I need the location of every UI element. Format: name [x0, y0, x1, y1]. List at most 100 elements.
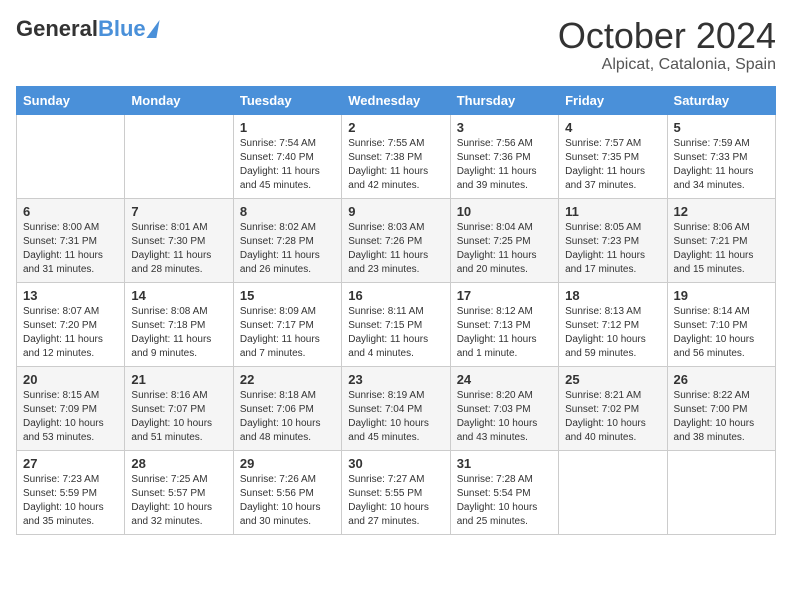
- cell-info: Sunrise: 7:55 AM Sunset: 7:38 PM Dayligh…: [348, 137, 443, 193]
- day-number: 20: [23, 372, 118, 387]
- day-number: 24: [457, 372, 552, 387]
- logo-triangle-icon: [146, 20, 159, 38]
- calendar-week-row: 1 Sunrise: 7:54 AM Sunset: 7:40 PM Daylig…: [17, 114, 776, 198]
- calendar-cell: [559, 450, 667, 534]
- day-number: 11: [565, 204, 660, 219]
- calendar-cell: 23Sunrise: 8:19 AM Sunset: 7:04 PM Dayli…: [342, 366, 450, 450]
- cell-info: Sunrise: 8:18 AM Sunset: 7:06 PM Dayligh…: [240, 389, 335, 445]
- day-number: 10: [457, 204, 552, 219]
- cell-info: Sunrise: 8:09 AM Sunset: 7:17 PM Dayligh…: [240, 305, 335, 361]
- calendar-cell: 26 Sunrise: 8:22 AM Sunset: 7:00 PM Dayli…: [667, 366, 775, 450]
- day-header-monday: Monday: [125, 86, 233, 114]
- day-number: 17: [457, 288, 552, 303]
- cell-info: Sunrise: 7:25 AM Sunset: 5:57 PM Dayligh…: [131, 473, 226, 529]
- cell-info: Sunrise: 8:11 AM Sunset: 7:15 PM Dayligh…: [348, 305, 443, 361]
- calendar-cell: 12 Sunrise: 8:06 AM Sunset: 7:21 PM Dayli…: [667, 198, 775, 282]
- cell-info: Sunrise: 8:07 AM Sunset: 7:20 PM Dayligh…: [23, 305, 118, 361]
- calendar-cell: [17, 114, 125, 198]
- calendar-cell: 2 Sunrise: 7:55 AM Sunset: 7:38 PM Daylig…: [342, 114, 450, 198]
- day-number: 26: [674, 372, 769, 387]
- cell-info: Sunrise: 8:00 AM Sunset: 7:31 PM Dayligh…: [23, 221, 118, 277]
- calendar-cell: 4 Sunrise: 7:57 AM Sunset: 7:35 PM Daylig…: [559, 114, 667, 198]
- day-number: 27: [23, 456, 118, 471]
- day-header-sunday: Sunday: [17, 86, 125, 114]
- day-header-saturday: Saturday: [667, 86, 775, 114]
- calendar-table: SundayMondayTuesdayWednesdayThursdayFrid…: [16, 86, 776, 535]
- day-number: 21: [131, 372, 226, 387]
- cell-info: Sunrise: 8:15 AM Sunset: 7:09 PM Dayligh…: [23, 389, 118, 445]
- cell-info: Sunrise: 8:16 AM Sunset: 7:07 PM Dayligh…: [131, 389, 226, 445]
- day-number: 1: [240, 120, 335, 135]
- calendar-cell: 17 Sunrise: 8:12 AM Sunset: 7:13 PM Dayli…: [450, 282, 558, 366]
- calendar-cell: 16Sunrise: 8:11 AM Sunset: 7:15 PM Dayli…: [342, 282, 450, 366]
- cell-info: Sunrise: 7:56 AM Sunset: 7:36 PM Dayligh…: [457, 137, 552, 193]
- calendar-cell: [125, 114, 233, 198]
- month-title: October 2024: [558, 16, 776, 56]
- day-number: 4: [565, 120, 660, 135]
- day-number: 6: [23, 204, 118, 219]
- day-number: 2: [348, 120, 443, 135]
- day-header-friday: Friday: [559, 86, 667, 114]
- day-number: 25: [565, 372, 660, 387]
- day-number: 29: [240, 456, 335, 471]
- calendar-cell: 22Sunrise: 8:18 AM Sunset: 7:06 PM Dayli…: [233, 366, 341, 450]
- calendar-cell: 10Sunrise: 8:04 AM Sunset: 7:25 PM Dayli…: [450, 198, 558, 282]
- cell-info: Sunrise: 7:26 AM Sunset: 5:56 PM Dayligh…: [240, 473, 335, 529]
- cell-info: Sunrise: 8:08 AM Sunset: 7:18 PM Dayligh…: [131, 305, 226, 361]
- cell-info: Sunrise: 7:54 AM Sunset: 7:40 PM Dayligh…: [240, 137, 335, 193]
- day-header-thursday: Thursday: [450, 86, 558, 114]
- calendar-cell: 7 Sunrise: 8:01 AM Sunset: 7:30 PM Daylig…: [125, 198, 233, 282]
- calendar-cell: 13 Sunrise: 8:07 AM Sunset: 7:20 PM Dayli…: [17, 282, 125, 366]
- calendar-cell: 30Sunrise: 7:27 AM Sunset: 5:55 PM Dayli…: [342, 450, 450, 534]
- calendar-cell: 11 Sunrise: 8:05 AM Sunset: 7:23 PM Dayli…: [559, 198, 667, 282]
- cell-info: Sunrise: 8:06 AM Sunset: 7:21 PM Dayligh…: [674, 221, 769, 277]
- cell-info: Sunrise: 8:22 AM Sunset: 7:00 PM Dayligh…: [674, 389, 769, 445]
- logo: General Blue: [16, 16, 158, 42]
- calendar-body: 1 Sunrise: 7:54 AM Sunset: 7:40 PM Daylig…: [17, 114, 776, 534]
- day-number: 31: [457, 456, 552, 471]
- day-number: 13: [23, 288, 118, 303]
- location-title: Alpicat, Catalonia, Spain: [558, 56, 776, 74]
- day-number: 12: [674, 204, 769, 219]
- calendar-cell: 5 Sunrise: 7:59 AM Sunset: 7:33 PM Daylig…: [667, 114, 775, 198]
- cell-info: Sunrise: 8:12 AM Sunset: 7:13 PM Dayligh…: [457, 305, 552, 361]
- calendar-week-row: 20 Sunrise: 8:15 AM Sunset: 7:09 PM Dayli…: [17, 366, 776, 450]
- calendar-cell: 31Sunrise: 7:28 AM Sunset: 5:54 PM Dayli…: [450, 450, 558, 534]
- calendar-cell: 18Sunrise: 8:13 AM Sunset: 7:12 PM Dayli…: [559, 282, 667, 366]
- cell-info: Sunrise: 7:23 AM Sunset: 5:59 PM Dayligh…: [23, 473, 118, 529]
- calendar-cell: 6 Sunrise: 8:00 AM Sunset: 7:31 PM Daylig…: [17, 198, 125, 282]
- cell-info: Sunrise: 8:20 AM Sunset: 7:03 PM Dayligh…: [457, 389, 552, 445]
- title-block: October 2024 Alpicat, Catalonia, Spain: [558, 16, 776, 74]
- day-number: 5: [674, 120, 769, 135]
- cell-info: Sunrise: 7:59 AM Sunset: 7:33 PM Dayligh…: [674, 137, 769, 193]
- cell-info: Sunrise: 8:01 AM Sunset: 7:30 PM Dayligh…: [131, 221, 226, 277]
- calendar-cell: [667, 450, 775, 534]
- day-number: 23: [348, 372, 443, 387]
- calendar-cell: 25 Sunrise: 8:21 AM Sunset: 7:02 PM Dayli…: [559, 366, 667, 450]
- calendar-cell: 27 Sunrise: 7:23 AM Sunset: 5:59 PM Dayli…: [17, 450, 125, 534]
- cell-info: Sunrise: 8:05 AM Sunset: 7:23 PM Dayligh…: [565, 221, 660, 277]
- calendar-cell: 19Sunrise: 8:14 AM Sunset: 7:10 PM Dayli…: [667, 282, 775, 366]
- day-number: 28: [131, 456, 226, 471]
- calendar-cell: 20 Sunrise: 8:15 AM Sunset: 7:09 PM Dayli…: [17, 366, 125, 450]
- day-number: 14: [131, 288, 226, 303]
- calendar-cell: 28 Sunrise: 7:25 AM Sunset: 5:57 PM Dayli…: [125, 450, 233, 534]
- calendar-cell: 24 Sunrise: 8:20 AM Sunset: 7:03 PM Dayli…: [450, 366, 558, 450]
- day-number: 15: [240, 288, 335, 303]
- cell-info: Sunrise: 8:21 AM Sunset: 7:02 PM Dayligh…: [565, 389, 660, 445]
- day-number: 3: [457, 120, 552, 135]
- day-number: 9: [348, 204, 443, 219]
- cell-info: Sunrise: 8:13 AM Sunset: 7:12 PM Dayligh…: [565, 305, 660, 361]
- day-number: 8: [240, 204, 335, 219]
- cell-info: Sunrise: 7:57 AM Sunset: 7:35 PM Dayligh…: [565, 137, 660, 193]
- calendar-week-row: 6 Sunrise: 8:00 AM Sunset: 7:31 PM Daylig…: [17, 198, 776, 282]
- calendar-week-row: 27 Sunrise: 7:23 AM Sunset: 5:59 PM Dayli…: [17, 450, 776, 534]
- cell-info: Sunrise: 8:02 AM Sunset: 7:28 PM Dayligh…: [240, 221, 335, 277]
- calendar-cell: 29 Sunrise: 7:26 AM Sunset: 5:56 PM Dayli…: [233, 450, 341, 534]
- calendar-cell: 3 Sunrise: 7:56 AM Sunset: 7:36 PM Daylig…: [450, 114, 558, 198]
- calendar-cell: 8 Sunrise: 8:02 AM Sunset: 7:28 PM Daylig…: [233, 198, 341, 282]
- calendar-header-row: SundayMondayTuesdayWednesdayThursdayFrid…: [17, 86, 776, 114]
- page-header: General Blue October 2024 Alpicat, Catal…: [16, 16, 776, 74]
- day-number: 7: [131, 204, 226, 219]
- day-number: 19: [674, 288, 769, 303]
